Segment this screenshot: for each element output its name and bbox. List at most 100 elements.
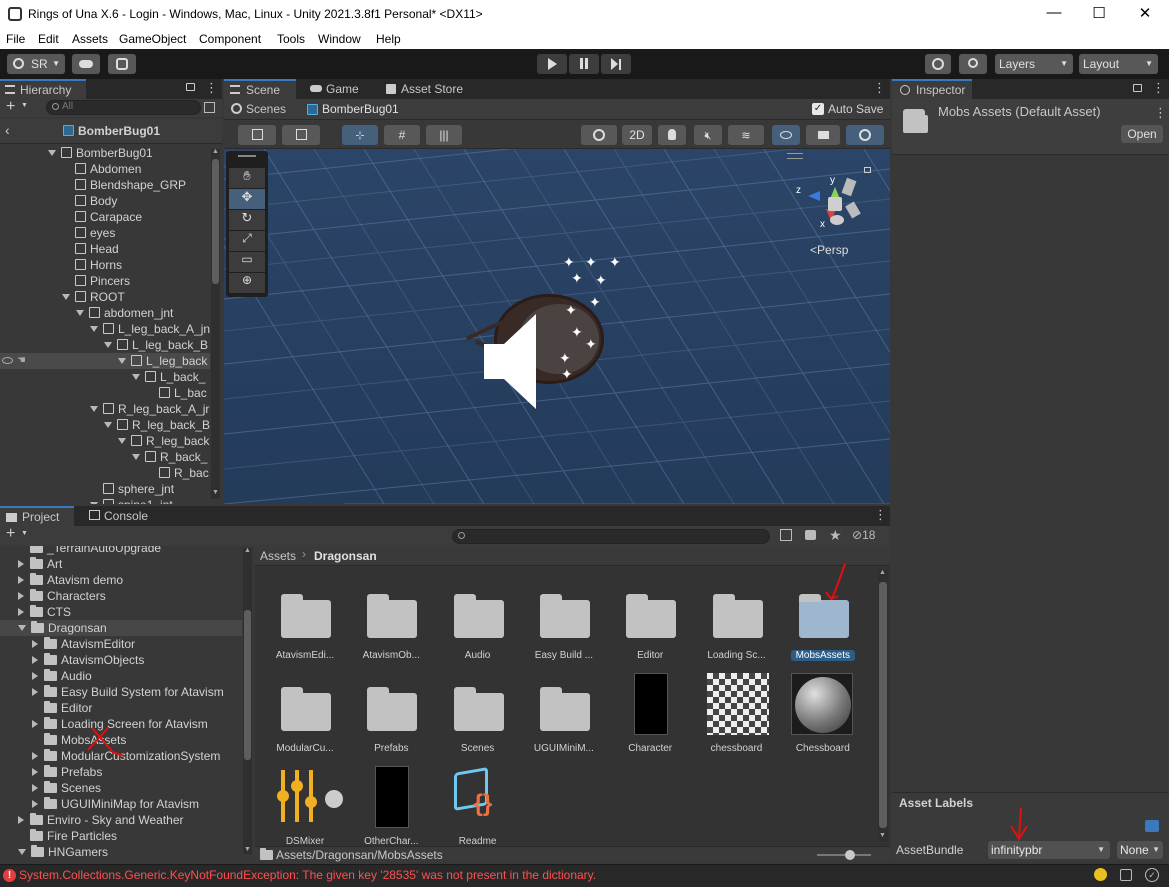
minimize-button[interactable]: — bbox=[1042, 4, 1066, 24]
shading-mode-button[interactable] bbox=[238, 125, 276, 145]
project-tree-item[interactable]: MobsAssets bbox=[0, 732, 242, 748]
collab-button[interactable] bbox=[108, 54, 136, 74]
hierarchy-row[interactable]: abdomen_jnt bbox=[0, 305, 210, 321]
asset-item[interactable]: chessboard bbox=[697, 671, 777, 757]
back-arrow-icon[interactable]: ‹ bbox=[5, 122, 10, 138]
collapse-arrow-icon[interactable] bbox=[32, 656, 38, 664]
menu-edit[interactable]: Edit bbox=[38, 32, 59, 46]
expand-arrow-icon[interactable] bbox=[90, 326, 98, 332]
asset-item[interactable]: AtavismEdi... bbox=[265, 578, 345, 664]
menu-help[interactable]: Help bbox=[376, 32, 401, 46]
debug-bug-icon[interactable] bbox=[1094, 868, 1107, 881]
expand-arrow-icon[interactable] bbox=[118, 358, 126, 364]
project-tree-item[interactable]: Enviro - Sky and Weather bbox=[0, 812, 242, 828]
favorite-star-icon[interactable]: ★ bbox=[829, 527, 842, 544]
project-tree-item[interactable]: Dragonsan bbox=[0, 620, 242, 636]
tab-inspector[interactable]: Inspector bbox=[892, 79, 972, 99]
hierarchy-row[interactable]: L_leg_back_A_jn bbox=[0, 321, 210, 337]
cache-server-icon[interactable] bbox=[1120, 869, 1132, 881]
tab-hierarchy[interactable]: Hierarchy bbox=[0, 79, 86, 99]
project-tree-item[interactable]: Loading Screen for Atavism bbox=[0, 716, 242, 732]
menu-assets[interactable]: Assets bbox=[72, 32, 108, 46]
project-tree-item[interactable]: Scenes bbox=[0, 780, 242, 796]
more-options-icon[interactable]: ⋮ bbox=[1152, 80, 1165, 96]
hidden-packages-icon[interactable]: ⊘18 bbox=[852, 528, 875, 542]
auto-save-checkbox[interactable]: ✓ bbox=[812, 103, 824, 115]
lock-icon[interactable] bbox=[864, 167, 871, 173]
project-tree-item[interactable]: _TerrainAutoUpgrade bbox=[0, 546, 242, 556]
menu-gameobject[interactable]: GameObject bbox=[119, 32, 186, 46]
asset-item[interactable]: DSMixer bbox=[265, 764, 345, 850]
expand-arrow-icon[interactable] bbox=[76, 310, 84, 316]
camera-settings-button[interactable] bbox=[806, 125, 840, 145]
project-tree-item[interactable]: Prefabs bbox=[0, 764, 242, 780]
project-tree-item[interactable]: CTS bbox=[0, 604, 242, 620]
more-options-icon[interactable]: ⋮ bbox=[205, 80, 218, 96]
scroll-thumb[interactable] bbox=[879, 582, 887, 828]
move-tool-button[interactable]: ✥ bbox=[229, 189, 265, 209]
asset-item[interactable]: Character bbox=[610, 671, 690, 757]
expand-arrow-icon[interactable] bbox=[132, 454, 140, 460]
scroll-thumb[interactable] bbox=[212, 159, 219, 284]
project-tree-item[interactable]: UGUIMiniMap for Atavism bbox=[0, 796, 242, 812]
hierarchy-row[interactable]: Pincers bbox=[0, 273, 210, 289]
asset-variant-dropdown[interactable]: None ▼ bbox=[1117, 841, 1163, 859]
hierarchy-row[interactable]: Horns bbox=[0, 257, 210, 273]
expand-arrow-icon[interactable] bbox=[48, 150, 56, 156]
hierarchy-row[interactable]: ROOT bbox=[0, 289, 210, 305]
project-tree-item[interactable]: AtavismObjects bbox=[0, 652, 242, 668]
expand-arrow-icon[interactable] bbox=[62, 294, 70, 300]
expand-arrow-icon[interactable] bbox=[104, 342, 112, 348]
hierarchy-row[interactable]: Abdomen bbox=[0, 161, 210, 177]
hierarchy-row[interactable]: spine1_jnt bbox=[0, 497, 210, 504]
hierarchy-row[interactable]: L_leg_back_B bbox=[0, 337, 210, 353]
collapse-arrow-icon[interactable] bbox=[32, 720, 38, 728]
pickability-hand-icon[interactable]: ☚ bbox=[17, 353, 26, 369]
effects-toggle-button[interactable]: ≋ bbox=[728, 125, 764, 145]
scene-visibility-icon[interactable] bbox=[204, 102, 215, 113]
hierarchy-row[interactable]: eyes bbox=[0, 225, 210, 241]
tab-asset-store[interactable]: Asset Store bbox=[384, 79, 474, 99]
pause-button[interactable] bbox=[569, 54, 599, 74]
breadcrumb-prefab[interactable]: BomberBug01 bbox=[322, 102, 399, 116]
step-button[interactable] bbox=[601, 54, 631, 74]
hierarchy-row[interactable]: ☚ L_leg_back bbox=[0, 353, 210, 369]
hierarchy-row[interactable]: sphere_jnt bbox=[0, 481, 210, 497]
menu-window[interactable]: Window bbox=[318, 32, 361, 46]
scroll-thumb[interactable] bbox=[244, 610, 251, 760]
cloud-button[interactable] bbox=[72, 54, 100, 74]
project-tree-item[interactable]: AtavismEditor bbox=[0, 636, 242, 652]
lock-icon[interactable] bbox=[1133, 84, 1142, 92]
hierarchy-row[interactable]: R_back_ bbox=[0, 449, 210, 465]
scroll-up-icon[interactable]: ▲ bbox=[879, 569, 886, 576]
play-preview-icon[interactable] bbox=[325, 790, 343, 808]
asset-item[interactable]: AtavismOb... bbox=[351, 578, 431, 664]
collapse-arrow-icon[interactable] bbox=[32, 800, 38, 808]
visibility-eye-icon[interactable] bbox=[2, 357, 13, 364]
project-tree-item[interactable]: Atavism demo bbox=[0, 572, 242, 588]
scroll-down-icon[interactable]: ▼ bbox=[879, 832, 886, 839]
collapse-arrow-icon[interactable] bbox=[32, 640, 38, 648]
maximize-button[interactable]: ☐ bbox=[1087, 4, 1111, 24]
check-icon[interactable]: ✓ bbox=[1145, 868, 1159, 882]
menu-component[interactable]: Component bbox=[199, 32, 261, 46]
menu-tools[interactable]: Tools bbox=[277, 32, 305, 46]
project-tree-item[interactable]: Fire Particles bbox=[0, 828, 242, 844]
project-tree-item[interactable]: Characters bbox=[0, 588, 242, 604]
hierarchy-row[interactable]: Head bbox=[0, 241, 210, 257]
layout-dropdown[interactable]: Layout ▼ bbox=[1079, 54, 1158, 74]
add-icon[interactable]: + bbox=[6, 98, 15, 116]
expand-arrow-icon[interactable] bbox=[18, 849, 26, 855]
tree-scrollbar[interactable]: ▲ ▼ bbox=[243, 547, 252, 854]
layers-dropdown[interactable]: Layers ▼ bbox=[995, 54, 1073, 74]
project-tree-item[interactable]: ModularCustomizationSystem bbox=[0, 748, 242, 764]
hierarchy-search[interactable]: All bbox=[46, 100, 201, 115]
draw-mode-dropdown[interactable] bbox=[581, 125, 617, 145]
audio-toggle-button[interactable]: 🔇︎ bbox=[694, 125, 722, 145]
project-tree-item[interactable]: HNGamers bbox=[0, 844, 242, 858]
chevron-down-icon[interactable]: ▼ bbox=[21, 530, 28, 537]
asset-item[interactable]: OtherChar... bbox=[351, 764, 431, 850]
icon-size-slider[interactable] bbox=[817, 850, 871, 860]
open-button[interactable]: Open bbox=[1121, 125, 1163, 143]
lock-icon[interactable] bbox=[186, 83, 195, 91]
